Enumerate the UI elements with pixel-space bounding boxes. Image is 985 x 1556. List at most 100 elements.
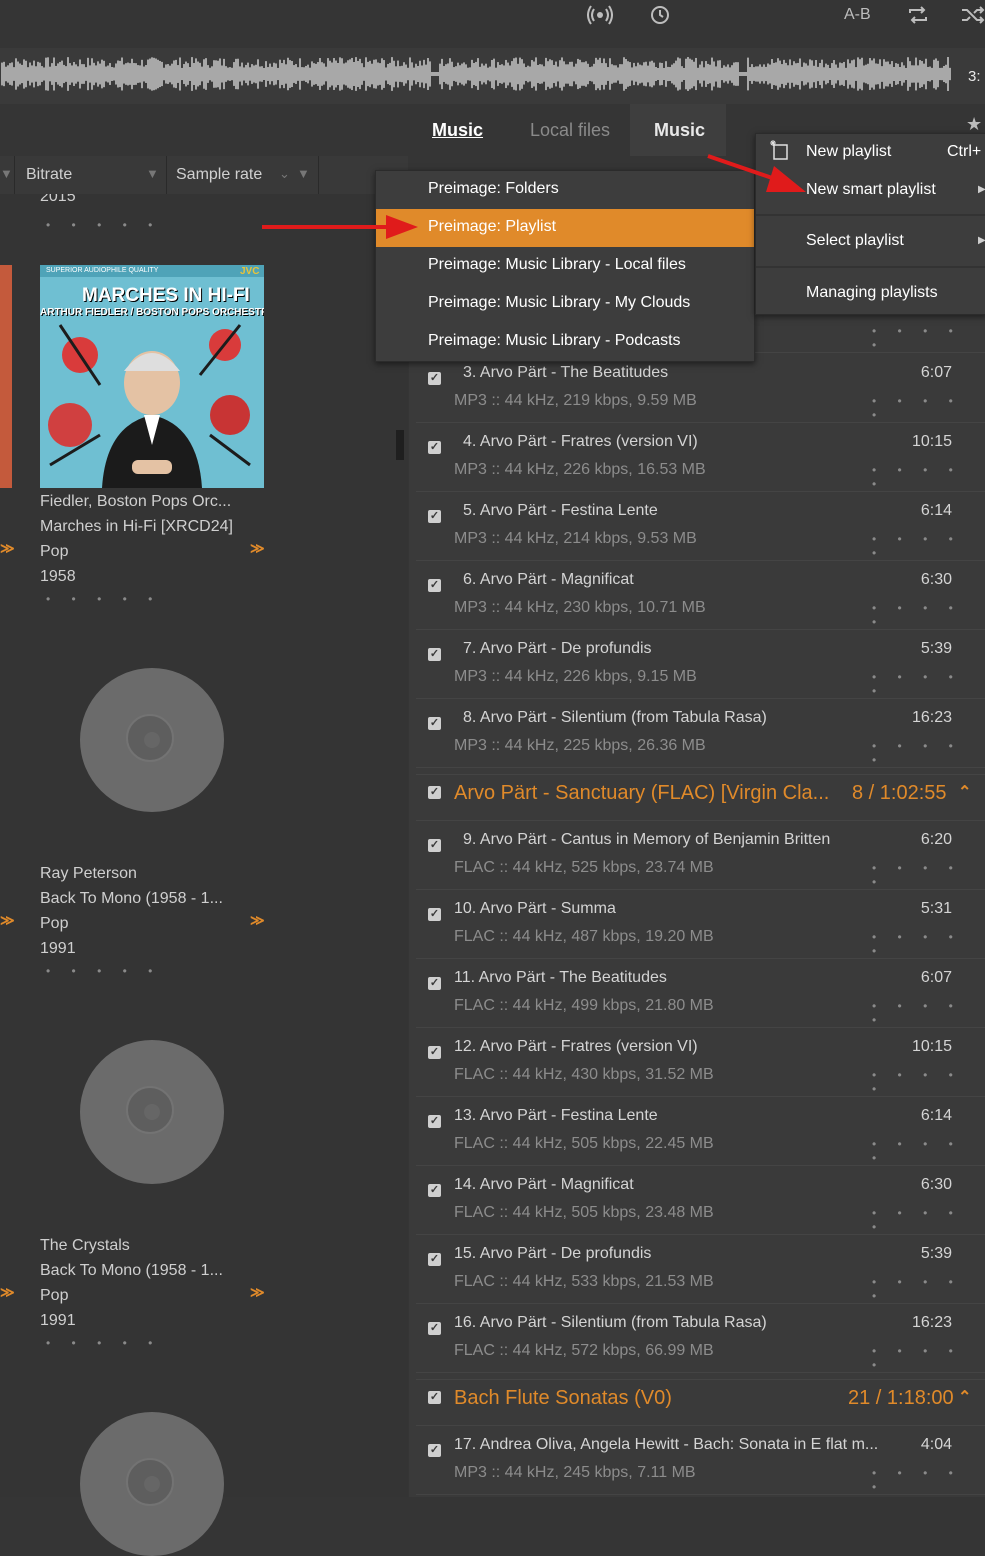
rating-dots[interactable]: • • • • • <box>872 670 985 698</box>
disc-placeholder-icon[interactable] <box>80 1412 224 1556</box>
rating-dots[interactable]: • • • • • <box>872 861 985 889</box>
scrollbar-thumb[interactable] <box>396 430 404 460</box>
track-checkbox[interactable]: ✓ <box>428 510 441 523</box>
rating-dots[interactable]: • • • • • <box>872 739 985 767</box>
track-checkbox[interactable]: ✓ <box>428 1115 441 1128</box>
rating-dots[interactable]: • • • • • <box>872 463 985 491</box>
track-checkbox[interactable]: ✓ <box>428 1046 441 1059</box>
column-divider[interactable] <box>318 156 319 194</box>
group-checkbox[interactable]: ✓ <box>428 1391 441 1404</box>
timer-icon[interactable] <box>645 4 675 32</box>
filter-icon[interactable]: ▼ <box>297 166 310 181</box>
track-checkbox[interactable]: ✓ <box>428 908 441 921</box>
menu-item-select-playlist[interactable]: Select playlist ▶ <box>756 222 985 262</box>
rating-dots[interactable]: • • • • • <box>872 1137 985 1165</box>
track-checkbox[interactable]: ✓ <box>428 441 441 454</box>
tab-music-active[interactable]: Music <box>654 120 705 141</box>
chevron-down-icon[interactable]: ≫ <box>250 912 265 929</box>
track-checkbox[interactable]: ✓ <box>428 1253 441 1266</box>
track-checkbox[interactable]: ✓ <box>428 717 441 730</box>
track-title[interactable]: 10. Arvo Pärt - Summa <box>454 900 616 918</box>
track-meta: FLAC :: 44 kHz, 487 kbps, 19.20 MB <box>454 928 714 945</box>
menu-item-preimage-playlist[interactable]: Preimage: Playlist <box>376 209 754 247</box>
repeat-icon[interactable] <box>903 4 933 32</box>
chevron-down-icon[interactable]: ≫ <box>0 540 15 557</box>
disc-placeholder-icon[interactable] <box>80 1040 224 1184</box>
menu-item-managing-playlists[interactable]: Managing playlists <box>756 274 985 312</box>
star-icon[interactable]: ★ <box>966 114 982 135</box>
waveform-seekbar[interactable]: 3: <box>0 48 985 104</box>
track-checkbox[interactable]: ✓ <box>428 579 441 592</box>
rating-dots[interactable]: • • • • • <box>872 1068 985 1096</box>
rating-dots[interactable]: • • • • • <box>872 1275 985 1303</box>
track-title[interactable]: 3. Arvo Pärt - The Beatitudes <box>463 364 668 382</box>
filter-icon[interactable]: ▼ <box>0 166 13 181</box>
group-title[interactable]: Bach Flute Sonatas (V0) <box>454 1387 672 1410</box>
track-checkbox[interactable]: ✓ <box>428 839 441 852</box>
track-title[interactable]: 14. Arvo Pärt - Magnificat <box>454 1176 634 1194</box>
chevron-down-icon[interactable]: ≫ <box>0 1284 15 1301</box>
rating-dots[interactable]: • • • • • <box>46 218 161 232</box>
rating-dots[interactable]: • • • • • <box>872 394 985 422</box>
shuffle-icon[interactable] <box>958 4 985 32</box>
menu-item-preimage-folders[interactable]: Preimage: Folders <box>376 171 754 209</box>
annotation-arrow-icon <box>707 154 806 192</box>
group-title[interactable]: Arvo Pärt - Sanctuary (FLAC) [Virgin Cla… <box>454 782 829 805</box>
ab-repeat-button[interactable]: A-B <box>844 6 871 24</box>
chevron-down-icon[interactable]: ≫ <box>250 540 265 557</box>
track-checkbox[interactable]: ✓ <box>428 1184 441 1197</box>
column-divider[interactable] <box>166 156 167 194</box>
track-title[interactable]: 8. Arvo Pärt - Silentium (from Tabula Ra… <box>463 709 767 727</box>
track-checkbox[interactable]: ✓ <box>428 977 441 990</box>
track-title[interactable]: 11. Arvo Pärt - The Beatitudes <box>454 969 667 987</box>
tab-local-files[interactable]: Local files <box>530 120 610 141</box>
album-cover-partial[interactable] <box>0 265 12 488</box>
album-year: 1991 <box>40 1312 76 1329</box>
tab-music[interactable]: Music <box>432 120 483 141</box>
menu-item-preimage-podcasts[interactable]: Preimage: Music Library - Podcasts <box>376 323 754 361</box>
disc-placeholder-icon[interactable] <box>80 668 224 812</box>
row-divider <box>416 820 985 821</box>
track-meta: FLAC :: 44 kHz, 430 kbps, 31.52 MB <box>454 1066 714 1083</box>
track-checkbox[interactable]: ✓ <box>428 1444 441 1457</box>
rating-dots[interactable]: • • • • • <box>872 1206 985 1234</box>
column-sample-rate[interactable]: Sample rate <box>176 166 262 184</box>
track-checkbox[interactable]: ✓ <box>428 372 441 385</box>
rating-dots[interactable]: • • • • • <box>872 1466 985 1494</box>
track-title[interactable]: 12. Arvo Pärt - Fratres (version VI) <box>454 1038 698 1056</box>
rating-dots[interactable]: • • • • • <box>872 324 985 352</box>
broadcast-icon[interactable] <box>585 4 615 32</box>
menu-item-preimage-local-files[interactable]: Preimage: Music Library - Local files <box>376 247 754 285</box>
rating-dots[interactable]: • • • • • <box>872 1344 985 1372</box>
chevron-down-icon[interactable]: ≫ <box>0 912 15 929</box>
track-title[interactable]: 5. Arvo Pärt - Festina Lente <box>463 502 658 520</box>
group-checkbox[interactable]: ✓ <box>428 786 441 799</box>
collapse-icon[interactable]: ⌃ <box>958 1387 971 1407</box>
track-title[interactable]: 15. Arvo Pärt - De profundis <box>454 1245 651 1263</box>
track-checkbox[interactable]: ✓ <box>428 1322 441 1335</box>
menu-item-preimage-my-clouds[interactable]: Preimage: Music Library - My Clouds <box>376 285 754 323</box>
rating-dots[interactable]: • • • • • <box>872 930 985 958</box>
album-cover[interactable]: SUPERIOR AUDIOPHILE QUALITY JVC MARCHES … <box>40 265 264 488</box>
album-genre: Pop <box>40 1287 69 1304</box>
chevron-down-icon[interactable]: ≫ <box>250 1284 265 1301</box>
sort-chevron-icon[interactable]: ⌄ <box>279 166 290 182</box>
collapse-icon[interactable]: ⌃ <box>958 782 971 802</box>
track-title[interactable]: 13. Arvo Pärt - Festina Lente <box>454 1107 658 1125</box>
rating-dots[interactable]: • • • • • <box>46 1336 161 1350</box>
track-title[interactable]: 4. Arvo Pärt - Fratres (version VI) <box>463 433 698 451</box>
track-title[interactable]: 7. Arvo Pärt - De profundis <box>463 640 652 658</box>
rating-dots[interactable]: • • • • • <box>872 601 985 629</box>
track-title[interactable]: 17. Andrea Oliva, Angela Hewitt - Bach: … <box>454 1436 878 1454</box>
rating-dots[interactable]: • • • • • <box>46 964 161 978</box>
track-title[interactable]: 9. Arvo Pärt - Cantus in Memory of Benja… <box>463 831 830 849</box>
track-title[interactable]: 6. Arvo Pärt - Magnificat <box>463 571 634 589</box>
rating-dots[interactable]: • • • • • <box>872 532 985 560</box>
filter-icon[interactable]: ▼ <box>146 166 159 181</box>
rating-dots[interactable]: • • • • • <box>46 592 161 606</box>
track-title[interactable]: 16. Arvo Pärt - Silentium (from Tabula R… <box>454 1314 767 1332</box>
column-divider[interactable] <box>14 156 15 194</box>
rating-dots[interactable]: • • • • • <box>872 999 985 1027</box>
track-checkbox[interactable]: ✓ <box>428 648 441 661</box>
column-bitrate[interactable]: Bitrate <box>26 166 72 184</box>
